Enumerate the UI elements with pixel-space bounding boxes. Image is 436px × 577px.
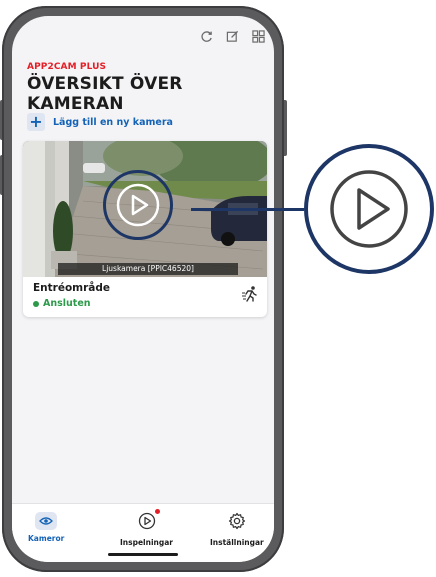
play-icon-enlarged: [330, 170, 408, 248]
camera-eye-icon: [35, 512, 58, 530]
app-screen: APP2CAM PLUS ÖVERSIKT ÖVER KAMERAN + Läg…: [12, 16, 274, 562]
camera-card[interactable]: Ljuskamera [PPIC46520] Entréområde Anslu…: [23, 141, 267, 317]
top-toolbar: [198, 28, 266, 44]
callout-magnifier: [304, 144, 434, 274]
tab-installningar[interactable]: Inställningar: [210, 512, 264, 547]
edit-icon[interactable]: [224, 28, 240, 44]
home-indicator: [108, 553, 178, 556]
gear-icon: [228, 512, 246, 534]
brand-label: APP2CAM PLUS: [27, 62, 107, 72]
plus-icon: +: [27, 113, 45, 131]
notification-dot: [154, 509, 160, 514]
tab-kameror[interactable]: Kameror: [28, 512, 64, 543]
add-camera-label: Lägg till en ny kamera: [53, 116, 173, 128]
play-button[interactable]: [103, 170, 173, 240]
tab-inspelningar[interactable]: Inspelningar: [120, 509, 173, 547]
motion-detection-icon[interactable]: [241, 285, 259, 307]
tab-label-inspelningar: Inspelningar: [120, 538, 173, 547]
play-circle-icon: [138, 509, 160, 534]
bottom-tab-bar: Kameror Inspelningar Inställningar: [12, 503, 274, 562]
screenshot-stage: APP2CAM PLUS ÖVERSIKT ÖVER KAMERAN + Läg…: [0, 0, 436, 577]
phone-frame: APP2CAM PLUS ÖVERSIKT ÖVER KAMERAN + Läg…: [2, 6, 284, 572]
add-camera-button[interactable]: + Lägg till en ny kamera: [27, 113, 173, 131]
page-title: ÖVERSIKT ÖVER KAMERAN: [27, 74, 183, 114]
status-dot: [33, 300, 39, 307]
status-badge: Ansluten: [33, 298, 91, 309]
callout-connector: [191, 208, 304, 211]
play-icon: [116, 183, 160, 227]
status-label: Ansluten: [43, 298, 91, 309]
refresh-icon[interactable]: [198, 28, 214, 44]
grid-icon[interactable]: [250, 28, 266, 44]
camera-name: Entréområde: [33, 282, 111, 294]
camera-caption: Ljuskamera [PPIC46520]: [58, 263, 238, 275]
tab-label-installningar: Inställningar: [210, 538, 264, 547]
tab-label-kameror: Kameror: [28, 534, 65, 543]
